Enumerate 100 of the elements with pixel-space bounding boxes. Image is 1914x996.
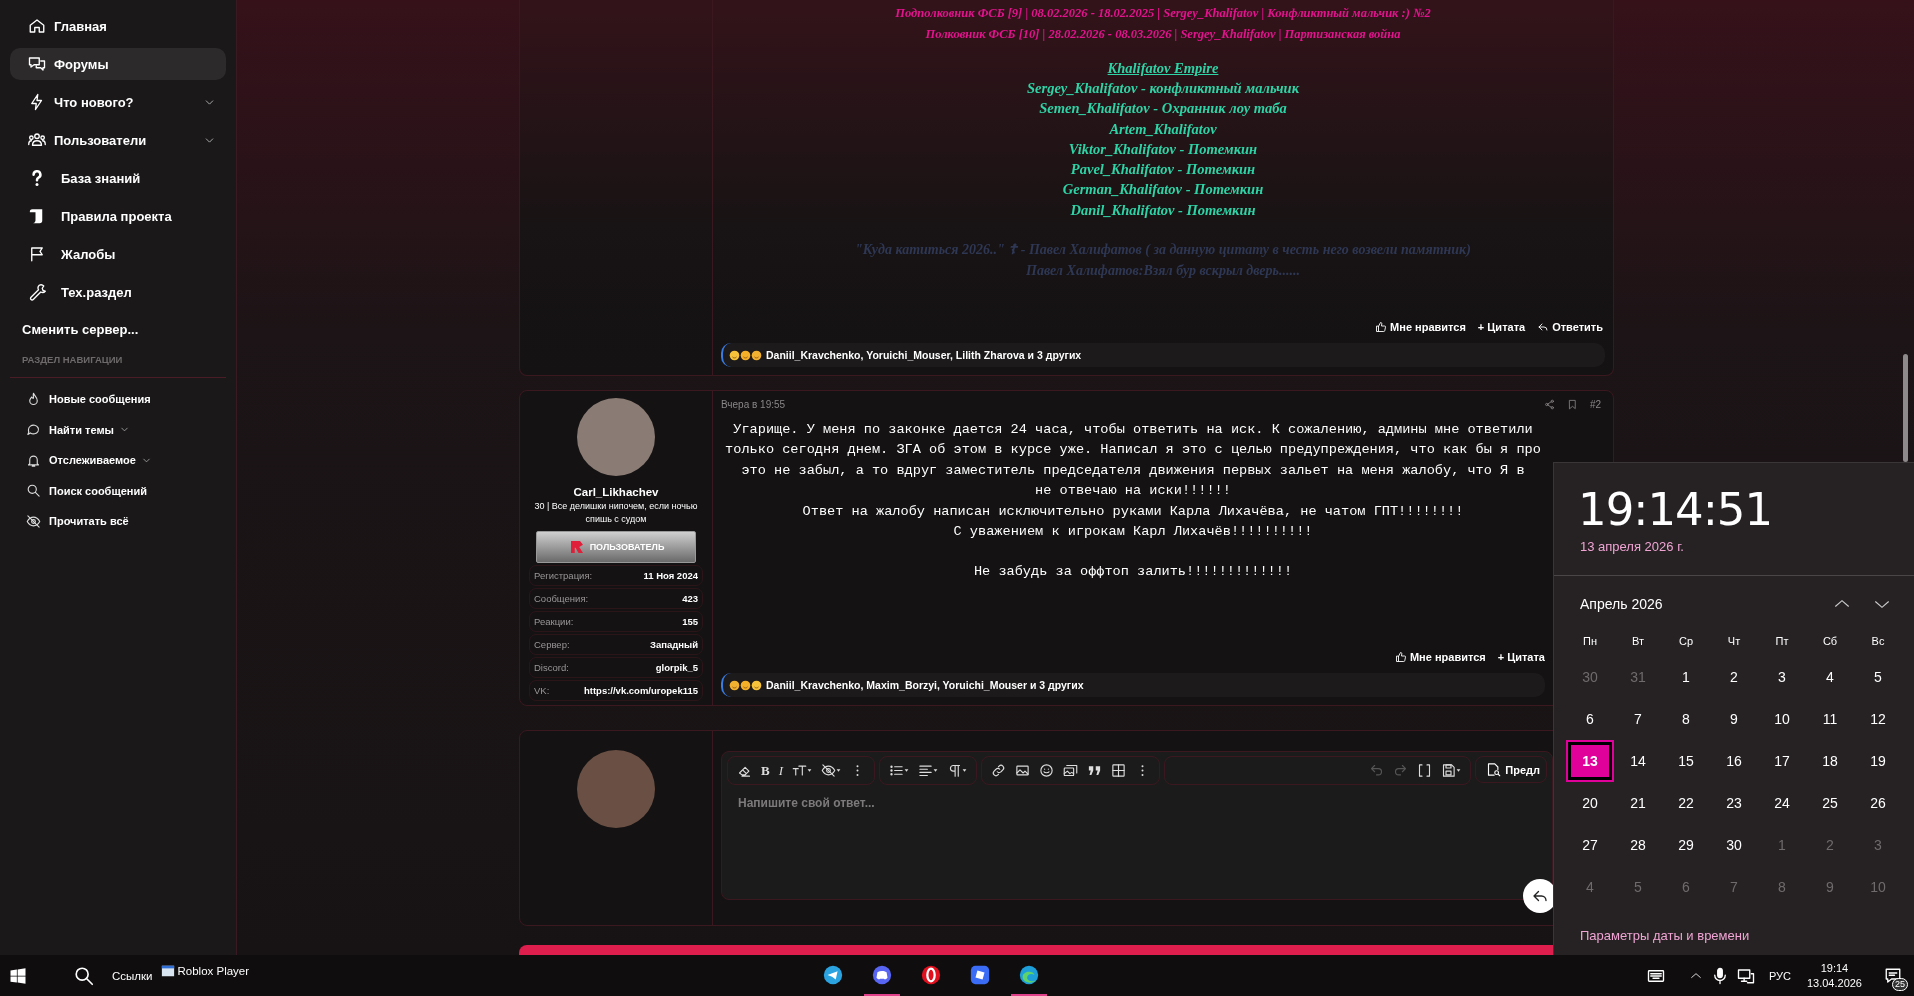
weekday-label: Ср	[1677, 634, 1695, 649]
calendar-day[interactable]: 1	[1662, 656, 1710, 698]
nav-item[interactable]: Что нового?	[10, 86, 226, 118]
reply-input-field[interactable]: Напишите свой ответ...	[722, 784, 1552, 899]
nav-item[interactable]: Форумы	[10, 48, 226, 80]
month-title[interactable]: Апрель 2026	[1580, 596, 1812, 612]
calendar-day[interactable]: 23	[1710, 782, 1758, 824]
calendar-day[interactable]: 6	[1566, 698, 1614, 740]
image-icon[interactable]	[1015, 763, 1030, 778]
nav-item[interactable]: Правила проекта	[10, 200, 226, 232]
search-icon[interactable]	[73, 964, 95, 987]
nav-item[interactable]: Жалобы	[10, 238, 226, 270]
calendar-day[interactable]: 19	[1854, 740, 1902, 782]
post-text-line: Не забудь за оффтоп залить!!!!!!!!!!!!!	[973, 563, 1293, 582]
preview-button[interactable]: Предл	[1475, 756, 1547, 783]
window-icon	[160, 963, 175, 978]
taskbar-item[interactable]: Roblox Player	[160, 963, 250, 978]
calendar-day[interactable]: 7	[1614, 698, 1662, 740]
calendar-day[interactable]: 21	[1614, 782, 1662, 824]
quote-icon[interactable]	[1087, 763, 1102, 778]
nav-link[interactable]: Отслеживаемое	[10, 445, 226, 476]
italic-button[interactable]: I	[778, 763, 783, 778]
calendar-day[interactable]: 27	[1566, 824, 1614, 866]
calendar-day[interactable]: 18	[1806, 740, 1854, 782]
post-date[interactable]: Вчера в 19:55	[721, 398, 1532, 410]
calendar-day[interactable]: 29	[1662, 824, 1710, 866]
calendar-day[interactable]: 4	[1806, 656, 1854, 698]
calendar-day[interactable]: 20	[1566, 782, 1614, 824]
gallery-icon[interactable]	[1063, 763, 1078, 778]
calendar-day[interactable]: 17	[1758, 740, 1806, 782]
paragraph-icon[interactable]	[947, 763, 967, 778]
brackets-icon[interactable]	[1417, 763, 1433, 778]
nav-item[interactable]: База знаний	[10, 162, 226, 194]
calendar-day[interactable]: 28	[1614, 824, 1662, 866]
share-icon[interactable]	[1543, 398, 1555, 410]
post-text-line: German_Khalifatov - Потемкин	[1062, 180, 1264, 200]
nav-link[interactable]: Найти темы	[10, 414, 226, 445]
language-indicator[interactable]: РУС	[1768, 969, 1791, 982]
nav-link[interactable]: Поиск сообщений	[10, 475, 226, 506]
post-text-line: Подполковник ФСБ [9] | 08.02.2026 - 18.02.2025 | Sergey_Khalifatov | Конфликтный мальчик :) №2	[895, 5, 1431, 22]
calendar-day[interactable]: 22	[1662, 782, 1710, 824]
list-icon[interactable]	[889, 763, 909, 778]
calendar-day[interactable]: 16	[1710, 740, 1758, 782]
post-action-button[interactable]: + Цитата	[1477, 321, 1526, 333]
scrollbar-thumb[interactable]	[1903, 354, 1908, 462]
taskbar-clock[interactable]: 19:14 13.04.2026	[1806, 960, 1862, 991]
windows-start-icon[interactable]	[9, 966, 27, 985]
network-icon[interactable]	[1736, 966, 1755, 985]
calendar-day[interactable]: 24	[1758, 782, 1806, 824]
bold-button[interactable]: B	[761, 763, 770, 778]
calendar-day[interactable]: 12	[1854, 698, 1902, 740]
post-action-button[interactable]: + Цитата	[1497, 651, 1545, 663]
username[interactable]: Carl_Likhachev	[573, 486, 659, 498]
reply-editor[interactable]: B I Предл Напишите свой ответ...	[721, 751, 1553, 900]
text-size-icon[interactable]	[792, 763, 812, 778]
calendar-day[interactable]: 10	[1758, 698, 1806, 740]
nav-item[interactable]: Главная	[10, 10, 226, 42]
bookmark-icon[interactable]	[1566, 398, 1578, 410]
nav-item[interactable]: Тех.раздел	[10, 276, 226, 308]
calendar-day[interactable]: 2	[1710, 656, 1758, 698]
calendar-day[interactable]: 14	[1614, 740, 1662, 782]
nav-item[interactable]: Пользователи	[10, 124, 226, 156]
post-number[interactable]: #2	[1589, 398, 1601, 410]
full-date-link[interactable]: 13 апреля 2026 г.	[1554, 535, 1914, 554]
reactions-bar[interactable]: Daniil_Kravchenko, Yoruichi_Mouser, Lilith Zharova и 3 других	[721, 343, 1605, 367]
flame-icon	[26, 391, 41, 407]
change-server-link[interactable]: Сменить сервер...	[10, 314, 226, 346]
calendar-day[interactable]: 11	[1806, 698, 1854, 740]
weekday-label: Пт	[1774, 634, 1790, 649]
users-icon	[28, 131, 46, 149]
align-icon[interactable]	[918, 763, 938, 778]
post-action-button[interactable]: Мне нравится	[1375, 321, 1466, 333]
date-settings-link[interactable]: Параметры даты и времени	[1554, 928, 1914, 943]
opera-app-icon	[920, 963, 943, 986]
eye-slash-icon	[26, 513, 41, 529]
post-action-button[interactable]: Мне нравится	[1394, 651, 1486, 663]
calendar-day[interactable]: 13	[1566, 740, 1614, 782]
table-icon[interactable]	[1111, 763, 1126, 778]
links-toolbar-label[interactable]: Ссылки	[112, 969, 153, 982]
hide-icon[interactable]	[821, 763, 841, 778]
calendar-day[interactable]: 26	[1854, 782, 1902, 824]
link-icon[interactable]	[991, 763, 1006, 778]
calendar-day[interactable]: 8	[1662, 698, 1710, 740]
post-heading: Khalifatov Empire	[1107, 59, 1219, 78]
nav-link[interactable]: Прочитать всё	[10, 506, 226, 537]
notification-center-button[interactable]: 25	[1878, 960, 1908, 991]
calendar-day[interactable]: 9	[1710, 698, 1758, 740]
nav-link[interactable]: Новые сообщения	[10, 384, 226, 415]
post-action-button[interactable]: Ответить	[1537, 321, 1603, 333]
section-title: РАЗДЕЛ НАВИГАЦИИ	[21, 353, 124, 365]
reactions-bar[interactable]: Daniil_Kravchenko, Maxim_Borzyi, Yoruichi_Mouser и 3 других	[721, 673, 1545, 697]
stat-label: VK:	[534, 685, 550, 696]
stat-value: Западный	[650, 639, 698, 650]
calendar-day[interactable]: 15	[1662, 740, 1710, 782]
calendar-day[interactable]: 3	[1758, 656, 1806, 698]
calendar-day[interactable]: 30	[1710, 824, 1758, 866]
smiley-icon[interactable]	[1039, 763, 1054, 778]
calendar-day[interactable]: 5	[1854, 656, 1902, 698]
calendar-day[interactable]: 25	[1806, 782, 1854, 824]
save-icon[interactable]	[1441, 763, 1462, 778]
